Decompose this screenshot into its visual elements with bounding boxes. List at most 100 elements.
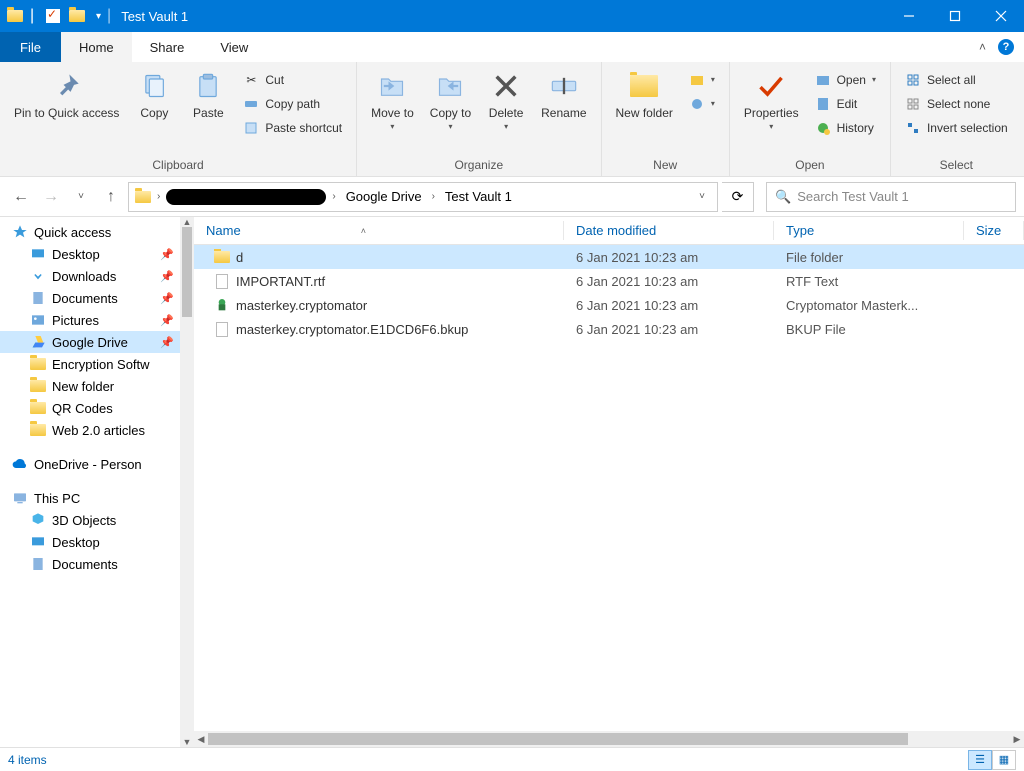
address-dropdown-icon[interactable]: ˅ bbox=[699, 191, 711, 202]
sidebar-item-label: QR Codes bbox=[52, 401, 113, 416]
properties-button[interactable]: Properties▾ bbox=[736, 66, 807, 156]
sidebar-item[interactable]: Downloads📌 bbox=[0, 265, 180, 287]
open-button[interactable]: Open ▾ bbox=[807, 68, 884, 92]
scroll-down-icon[interactable]: ▼ bbox=[180, 737, 194, 747]
share-tab[interactable]: Share bbox=[132, 32, 203, 62]
folder-icon bbox=[6, 7, 24, 25]
sidebar-item[interactable]: Documents bbox=[0, 553, 180, 575]
pin-icon: 📌 bbox=[160, 292, 174, 305]
address-bar[interactable]: › › Google Drive › Test Vault 1 ˅ bbox=[128, 182, 718, 212]
collapse-ribbon-icon[interactable]: ˄ bbox=[979, 40, 986, 54]
refresh-button[interactable]: ⟳ bbox=[722, 182, 754, 212]
sidebar-onedrive[interactable]: OneDrive - Person bbox=[0, 453, 180, 475]
home-tab[interactable]: Home bbox=[61, 32, 132, 62]
sidebar-item[interactable]: Documents📌 bbox=[0, 287, 180, 309]
maximize-button[interactable] bbox=[932, 0, 978, 32]
sidebar-quick-access[interactable]: Quick access bbox=[0, 221, 180, 243]
close-button[interactable] bbox=[978, 0, 1024, 32]
paste-button[interactable]: Paste bbox=[181, 66, 235, 156]
column-name[interactable]: Name˄ bbox=[194, 217, 564, 244]
file-tab[interactable]: File bbox=[0, 32, 61, 62]
qat-dropdown-icon[interactable]: ▾ bbox=[96, 11, 101, 22]
invert-icon bbox=[905, 120, 921, 136]
recent-locations-button[interactable]: ˅ bbox=[68, 184, 94, 210]
minimize-button[interactable] bbox=[886, 0, 932, 32]
column-type[interactable]: Type bbox=[774, 217, 964, 244]
ribbon-group-select: Select all Select none Invert selection … bbox=[891, 62, 1022, 176]
folder-icon bbox=[68, 7, 86, 25]
sidebar-item[interactable]: 3D Objects bbox=[0, 509, 180, 531]
rename-button[interactable]: Rename bbox=[533, 66, 594, 156]
chevron-right-icon[interactable]: › bbox=[430, 191, 437, 202]
scroll-up-icon[interactable]: ▲ bbox=[180, 217, 194, 227]
invert-selection-button[interactable]: Invert selection bbox=[897, 116, 1016, 140]
scroll-right-icon[interactable]: ▶ bbox=[1010, 731, 1024, 747]
sidebar-item[interactable]: New folder bbox=[0, 375, 180, 397]
select-none-button[interactable]: Select none bbox=[897, 92, 1016, 116]
scroll-thumb[interactable] bbox=[182, 227, 192, 317]
file-date: 6 Jan 2021 10:23 am bbox=[564, 298, 774, 313]
sidebar-item-icon bbox=[30, 312, 46, 328]
back-button[interactable]: ← bbox=[8, 184, 34, 210]
sidebar-item[interactable]: QR Codes bbox=[0, 397, 180, 419]
horizontal-scrollbar[interactable]: ◀ ▶ bbox=[194, 731, 1024, 747]
sidebar-item-label: Encryption Softw bbox=[52, 357, 150, 372]
file-row[interactable]: masterkey.cryptomator6 Jan 2021 10:23 am… bbox=[194, 293, 1024, 317]
file-list[interactable]: d6 Jan 2021 10:23 amFile folderIMPORTANT… bbox=[194, 245, 1024, 731]
column-date[interactable]: Date modified bbox=[564, 217, 774, 244]
chevron-right-icon[interactable]: › bbox=[330, 191, 337, 202]
file-date: 6 Jan 2021 10:23 am bbox=[564, 274, 774, 289]
select-all-button[interactable]: Select all bbox=[897, 68, 1016, 92]
details-view-button[interactable]: ☰ bbox=[968, 750, 992, 770]
history-icon bbox=[815, 120, 831, 136]
sidebar-this-pc[interactable]: This PC bbox=[0, 487, 180, 509]
easy-access-button[interactable]: ▾ bbox=[681, 92, 723, 116]
scroll-thumb[interactable] bbox=[208, 733, 908, 745]
sidebar-item[interactable]: Desktop bbox=[0, 531, 180, 553]
sidebar-item[interactable]: Encryption Softw bbox=[0, 353, 180, 375]
sidebar-scrollbar[interactable]: ▲ ▼ bbox=[180, 217, 194, 747]
copy-path-button[interactable]: Copy path bbox=[235, 92, 350, 116]
file-row[interactable]: IMPORTANT.rtf6 Jan 2021 10:23 amRTF Text bbox=[194, 269, 1024, 293]
history-button[interactable]: History bbox=[807, 116, 884, 140]
properties-qat-icon[interactable] bbox=[44, 7, 62, 25]
sidebar-item-label: 3D Objects bbox=[52, 513, 116, 528]
path-icon bbox=[243, 96, 259, 112]
move-to-button[interactable]: Move to▾ bbox=[363, 66, 422, 156]
new-item-button[interactable]: ▾ bbox=[681, 68, 723, 92]
copy-button[interactable]: Copy bbox=[127, 66, 181, 156]
icons-view-button[interactable]: ▦ bbox=[992, 750, 1016, 770]
sidebar-item[interactable]: Web 2.0 articles bbox=[0, 419, 180, 441]
sidebar-item-label: Google Drive bbox=[52, 335, 128, 350]
up-button[interactable]: ↑ bbox=[98, 184, 124, 210]
cut-button[interactable]: ✂Cut bbox=[235, 68, 350, 92]
paste-shortcut-button[interactable]: Paste shortcut bbox=[235, 116, 350, 140]
file-row[interactable]: masterkey.cryptomator.E1DCD6F6.bkup6 Jan… bbox=[194, 317, 1024, 341]
sidebar-item-label: Documents bbox=[52, 557, 118, 572]
scroll-left-icon[interactable]: ◀ bbox=[194, 731, 208, 747]
copy-to-button[interactable]: Copy to▾ bbox=[422, 66, 479, 156]
edit-button[interactable]: Edit bbox=[807, 92, 884, 116]
chevron-right-icon[interactable]: › bbox=[155, 191, 162, 202]
view-tab[interactable]: View bbox=[202, 32, 266, 62]
breadcrumb-segment[interactable]: Test Vault 1 bbox=[441, 187, 516, 206]
paste-icon bbox=[192, 70, 224, 102]
sidebar-item[interactable]: Google Drive📌 bbox=[0, 331, 180, 353]
column-size[interactable]: Size bbox=[964, 217, 1024, 244]
help-icon[interactable]: ? bbox=[998, 39, 1014, 55]
shortcut-icon bbox=[243, 120, 259, 136]
search-input[interactable]: 🔍 Search Test Vault 1 bbox=[766, 182, 1016, 212]
sidebar-item[interactable]: Pictures📌 bbox=[0, 309, 180, 331]
new-folder-button[interactable]: New folder bbox=[608, 66, 681, 156]
delete-button[interactable]: Delete▾ bbox=[479, 66, 533, 156]
sidebar-item[interactable]: Desktop📌 bbox=[0, 243, 180, 265]
file-row[interactable]: d6 Jan 2021 10:23 amFile folder bbox=[194, 245, 1024, 269]
redacted-path bbox=[166, 189, 326, 205]
pin-icon bbox=[51, 70, 83, 102]
chevron-down-icon: ▾ bbox=[504, 122, 508, 131]
pin-to-quick-access-button[interactable]: Pin to Quick access bbox=[6, 66, 127, 156]
sidebar-item-label: Desktop bbox=[52, 247, 100, 262]
sidebar-item-label: Pictures bbox=[52, 313, 99, 328]
forward-button[interactable]: → bbox=[38, 184, 64, 210]
breadcrumb-segment[interactable]: Google Drive bbox=[342, 187, 426, 206]
